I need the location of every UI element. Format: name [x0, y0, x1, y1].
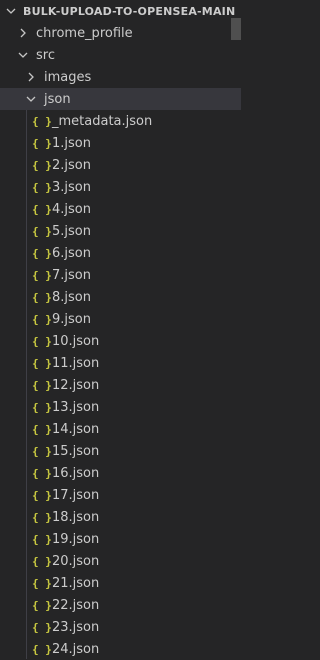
file-label: 2.json [52, 157, 91, 173]
json-file-icon: { } [32, 510, 52, 524]
tree-item-file[interactable]: { } 6.json [0, 242, 241, 264]
tree-item-file[interactable]: { } 2.json [0, 154, 241, 176]
tree-item-images[interactable]: images [0, 66, 241, 88]
chevron-down-icon [24, 92, 38, 106]
file-label: 3.json [52, 179, 91, 195]
json-file-icon: { } [32, 224, 52, 238]
file-label: 16.json [52, 465, 100, 481]
file-label: 17.json [52, 487, 100, 503]
tree-item-src[interactable]: src [0, 44, 241, 66]
file-label: 9.json [52, 311, 91, 327]
tree-item-file[interactable]: { } 18.json [0, 506, 241, 528]
folder-label: chrome_profile [36, 25, 133, 41]
tree-item-file[interactable]: { } 8.json [0, 286, 241, 308]
chevron-right-icon [24, 70, 38, 84]
scrollbar-thumb[interactable] [231, 18, 241, 40]
tree-item-file[interactable]: { } 4.json [0, 198, 241, 220]
file-label: 22.json [52, 597, 100, 613]
tree-item-file[interactable]: { } 21.json [0, 572, 241, 594]
file-label: 12.json [52, 377, 100, 393]
tree-item-file[interactable]: { } 13.json [0, 396, 241, 418]
tree-item-file[interactable]: { } 22.json [0, 594, 241, 616]
file-label: 4.json [52, 201, 91, 217]
tree-item-file[interactable]: { } 3.json [0, 176, 241, 198]
tree-item-file[interactable]: { } 5.json [0, 220, 241, 242]
json-file-icon: { } [32, 312, 52, 326]
tree-item-chrome-profile[interactable]: chrome_profile [0, 22, 241, 44]
file-label: 5.json [52, 223, 91, 239]
tree-item-file[interactable]: { } _metadata.json [0, 110, 241, 132]
explorer-root-folder[interactable]: BULK-UPLOAD-TO-OPENSEA-MAIN [0, 0, 241, 22]
chevron-down-icon [4, 4, 18, 18]
file-label: 11.json [52, 355, 100, 371]
tree-item-file[interactable]: { } 16.json [0, 462, 241, 484]
file-label: 19.json [52, 531, 100, 547]
json-file-icon: { } [32, 466, 52, 480]
json-file-icon: { } [32, 246, 52, 260]
tree-item-json[interactable]: json [0, 88, 241, 110]
tree-item-file[interactable]: { } 23.json [0, 616, 241, 638]
folder-label: json [44, 91, 71, 107]
json-file-icon: { } [32, 356, 52, 370]
tree-item-file[interactable]: { } 11.json [0, 352, 241, 374]
json-file-icon: { } [32, 554, 52, 568]
json-file-icon: { } [32, 158, 52, 172]
json-file-icon: { } [32, 642, 52, 656]
tree-item-file[interactable]: { } 9.json [0, 308, 241, 330]
json-file-icon: { } [32, 422, 52, 436]
json-file-icon: { } [32, 334, 52, 348]
json-file-icon: { } [32, 268, 52, 282]
json-file-icon: { } [32, 114, 52, 128]
file-label: _metadata.json [52, 113, 153, 129]
json-file-icon: { } [32, 290, 52, 304]
tree-item-file[interactable]: { } 19.json [0, 528, 241, 550]
file-label: 18.json [52, 509, 100, 525]
json-file-icon: { } [32, 136, 52, 150]
tree-item-file[interactable]: { } 7.json [0, 264, 241, 286]
folder-label: src [36, 47, 55, 63]
chevron-down-icon [16, 48, 30, 62]
tree-item-file[interactable]: { } 1.json [0, 132, 241, 154]
json-file-icon: { } [32, 400, 52, 414]
tree-item-file[interactable]: { } 17.json [0, 484, 241, 506]
json-file-icon: { } [32, 202, 52, 216]
folder-label: images [44, 69, 92, 85]
file-label: 20.json [52, 553, 100, 569]
file-label: 21.json [52, 575, 100, 591]
file-label: 23.json [52, 619, 100, 635]
tree-item-file[interactable]: { } 24.json [0, 638, 241, 660]
tree-item-file[interactable]: { } 15.json [0, 440, 241, 462]
file-label: 10.json [52, 333, 100, 349]
json-file-icon: { } [32, 444, 52, 458]
scrollbar[interactable] [231, 0, 241, 659]
json-file-icon: { } [32, 488, 52, 502]
json-file-icon: { } [32, 180, 52, 194]
file-label: 8.json [52, 289, 91, 305]
tree-item-file[interactable]: { } 20.json [0, 550, 241, 572]
file-label: 7.json [52, 267, 91, 283]
json-file-icon: { } [32, 532, 52, 546]
file-label: 24.json [52, 641, 100, 657]
tree-item-file[interactable]: { } 10.json [0, 330, 241, 352]
file-label: 15.json [52, 443, 100, 459]
tree-item-file[interactable]: { } 12.json [0, 374, 241, 396]
json-file-icon: { } [32, 378, 52, 392]
json-file-icon: { } [32, 576, 52, 590]
tree-item-file[interactable]: { } 14.json [0, 418, 241, 440]
file-label: 13.json [52, 399, 100, 415]
chevron-right-icon [16, 26, 30, 40]
root-folder-label: BULK-UPLOAD-TO-OPENSEA-MAIN [23, 4, 236, 18]
file-label: 14.json [52, 421, 100, 437]
file-label: 6.json [52, 245, 91, 261]
json-file-icon: { } [32, 620, 52, 634]
file-label: 1.json [52, 135, 91, 151]
json-file-icon: { } [32, 598, 52, 612]
